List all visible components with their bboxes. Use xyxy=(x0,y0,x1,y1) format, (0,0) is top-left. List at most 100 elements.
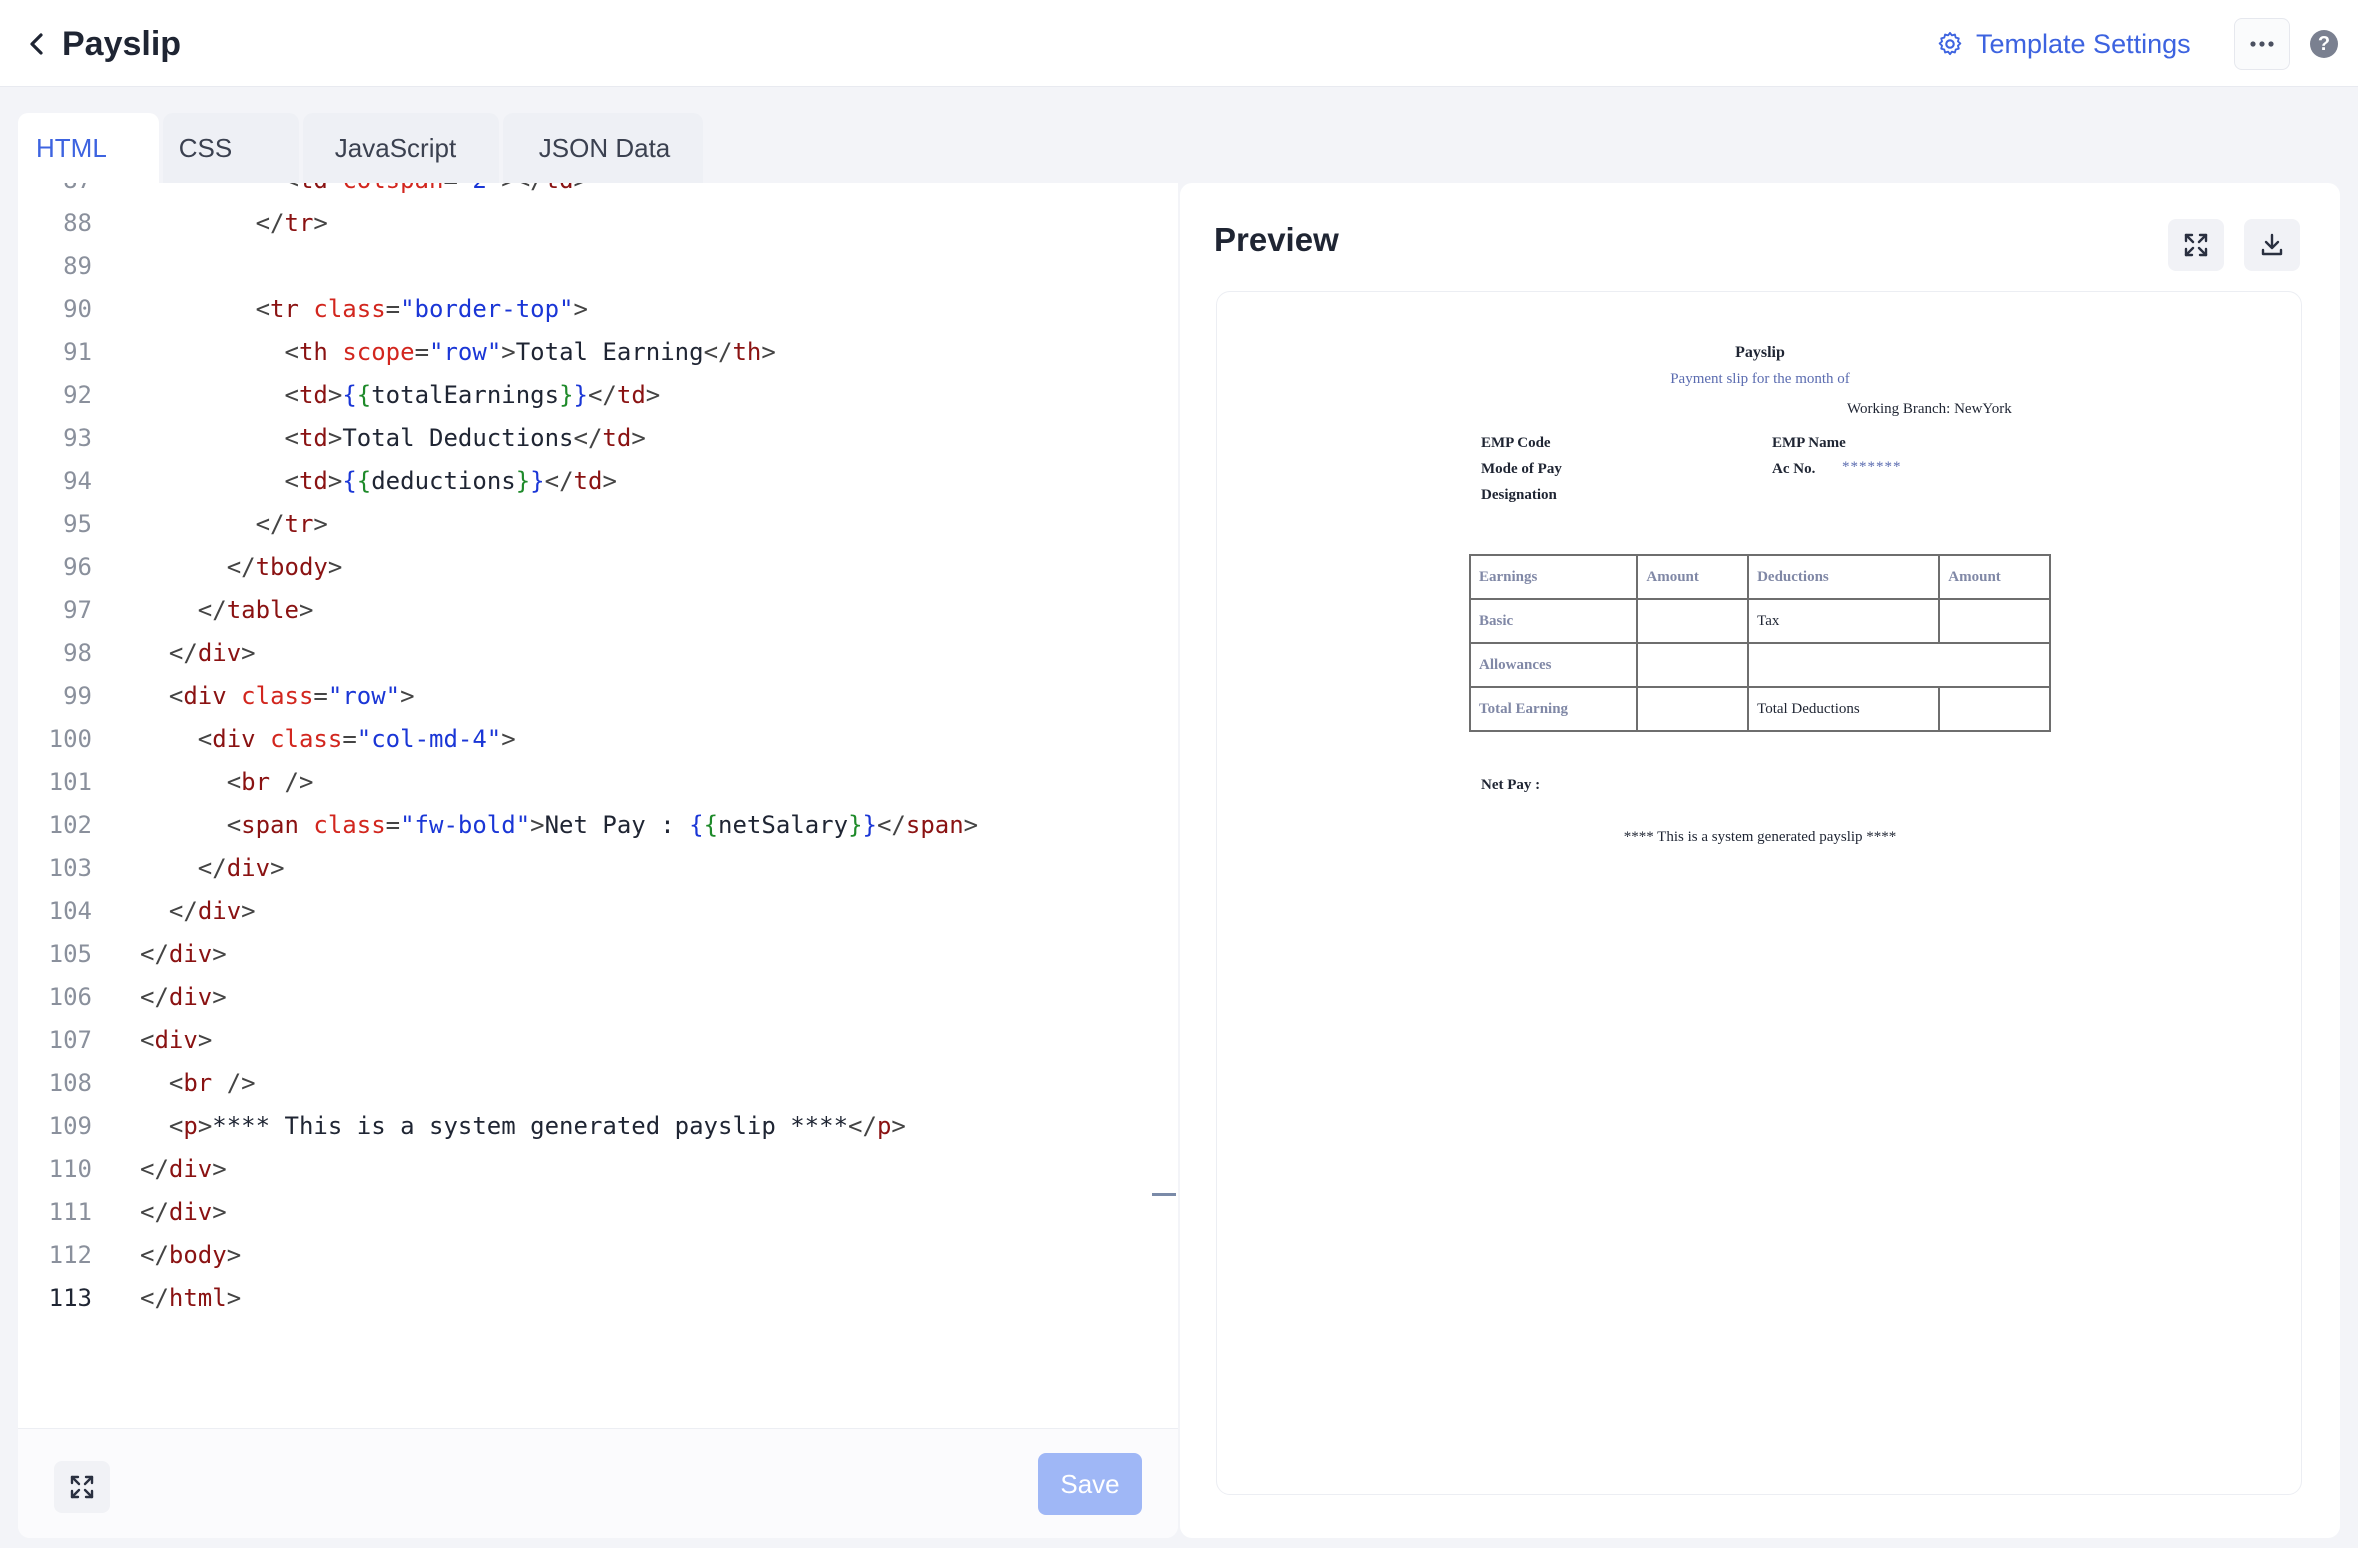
code-line: 105 </div> xyxy=(18,933,1178,976)
code-line: 95 </tr> xyxy=(18,503,1178,546)
code-text: <span class="fw-bold">Net Pay : {{netSal… xyxy=(226,811,979,839)
editor-footer: Save xyxy=(18,1428,1178,1538)
code-line: 101 <br /> xyxy=(18,761,1178,804)
help-icon[interactable]: ? xyxy=(2310,30,2338,58)
table-cell: Total Deductions xyxy=(1747,686,1941,732)
code-line: 99 <div class="row"> xyxy=(18,675,1178,718)
tab-css[interactable]: CSS xyxy=(162,113,299,183)
code-text: </div> xyxy=(168,897,256,925)
line-number: 104 xyxy=(48,897,92,925)
code-line: 93 <td>Total Deductions</td> xyxy=(18,417,1178,460)
line-number: 111 xyxy=(48,1198,92,1226)
download-button[interactable] xyxy=(2244,219,2300,271)
code-editor-panel: 87 <td colspan="2"></td> 88 </tr> 89 90 … xyxy=(18,183,1178,1538)
line-number: 98 xyxy=(63,639,92,667)
table-cell xyxy=(1636,686,1750,732)
chevron-left-icon[interactable] xyxy=(24,30,50,58)
line-number: 102 xyxy=(48,811,92,839)
code-line: 109 <p>**** This is a system generated p… xyxy=(18,1105,1178,1148)
line-number: 113 xyxy=(48,1284,92,1312)
payslip-document: Payslip Payment slip for the month of Wo… xyxy=(1217,292,2303,1496)
designation-label: Designation xyxy=(1481,487,1557,503)
code-line: 113 </html> xyxy=(18,1277,1178,1320)
code-text: </tbody> xyxy=(226,553,343,581)
code-line: 100 <div class="col-md-4"> xyxy=(18,718,1178,761)
line-number: 105 xyxy=(48,940,92,968)
download-icon xyxy=(2261,233,2283,256)
line-number: 101 xyxy=(48,768,92,796)
code-line: 110 </div> xyxy=(18,1148,1178,1191)
preview-title: Preview xyxy=(1214,221,1339,258)
table-cell xyxy=(1636,598,1750,644)
more-options-button[interactable] xyxy=(2234,18,2290,70)
scroll-marker[interactable] xyxy=(1152,1193,1176,1196)
table-header: Amount xyxy=(1636,554,1750,600)
template-settings-button[interactable]: Template Settings xyxy=(1936,22,2191,66)
code-text: </div> xyxy=(140,940,227,968)
code-line: 98 </div> xyxy=(18,632,1178,675)
line-number: 103 xyxy=(48,854,92,882)
code-editor[interactable]: 87 <td colspan="2"></td> 88 </tr> 89 90 … xyxy=(18,183,1178,1428)
preview-expand-button[interactable] xyxy=(2168,219,2224,271)
payslip-subtitle: Payment slip for the month of xyxy=(1670,371,1850,387)
code-text: <td colspan="2"></td> xyxy=(140,183,589,202)
code-text: </body> xyxy=(140,1241,242,1269)
preview-panel: Preview Payslip Payment slip for the mon… xyxy=(1180,183,2340,1538)
code-line: 94 <td>{{deductions}}</td> xyxy=(18,460,1178,503)
table-cell xyxy=(1747,642,2051,688)
code-text: <td>{{deductions}}</td> xyxy=(284,467,617,495)
line-number: 109 xyxy=(48,1112,92,1140)
code-line: 111 </div> xyxy=(18,1191,1178,1234)
code-line: 92 <td>{{totalEarnings}}</td> xyxy=(18,374,1178,417)
line-number: 99 xyxy=(63,682,92,710)
line-number: 110 xyxy=(48,1155,92,1183)
table-cell: Tax xyxy=(1747,598,1941,644)
net-pay-label: Net Pay : xyxy=(1481,777,1541,793)
code-text: <td>Total Deductions</td> xyxy=(284,424,646,452)
code-text: </div> xyxy=(140,1155,227,1183)
code-line: 91 <th scope="row">Total Earning</th> xyxy=(18,331,1178,374)
emp-name-label: EMP Name xyxy=(1772,435,1846,451)
page-title: Payslip xyxy=(62,25,182,63)
expand-icon xyxy=(2184,233,2208,257)
line-number: 112 xyxy=(48,1241,92,1269)
code-text: <div> xyxy=(140,1026,213,1054)
table-cell xyxy=(1938,686,2051,732)
table-header-row: Earnings Amount Deductions Amount xyxy=(1468,554,2051,600)
code-line: 88 </tr> xyxy=(18,202,1178,245)
table-header: Amount xyxy=(1938,554,2051,600)
table-row: Allowances xyxy=(1468,642,2051,688)
table-cell: Basic xyxy=(1468,598,1639,644)
line-number: 95 xyxy=(63,510,92,538)
code-text: </div> xyxy=(197,854,285,882)
template-settings-label: Template Settings xyxy=(1976,28,2191,59)
code-text: <div class="col-md-4"> xyxy=(197,725,516,753)
line-number: 100 xyxy=(48,725,92,753)
table-cell: Total Earning xyxy=(1468,686,1639,732)
line-number: 88 xyxy=(63,209,92,237)
line-number: 89 xyxy=(63,252,92,280)
system-generated-note: **** This is a system generated payslip … xyxy=(1623,829,1897,845)
save-button[interactable]: Save xyxy=(1038,1453,1142,1515)
code-line: 106 </div> xyxy=(18,976,1178,1019)
line-number: 92 xyxy=(63,381,92,409)
working-branch: Working Branch: NewYork xyxy=(1847,401,2012,417)
code-line: 102 <span class="fw-bold">Net Pay : {{ne… xyxy=(18,804,1178,847)
editor-expand-button[interactable] xyxy=(54,1461,110,1513)
payslip-table: Earnings Amount Deductions Amount Basic … xyxy=(1468,554,2051,732)
table-header: Earnings xyxy=(1468,554,1639,600)
code-text: </div> xyxy=(140,1198,227,1226)
table-cell: Allowances xyxy=(1468,642,1639,688)
code-text: <br /> xyxy=(226,768,314,796)
code-text: <br /> xyxy=(168,1069,256,1097)
payslip-title: Payslip xyxy=(1735,344,1785,361)
table-cell xyxy=(1636,642,1750,688)
table-row: Total Earning Total Deductions xyxy=(1468,686,2051,732)
line-number: 93 xyxy=(63,424,92,452)
tab-html[interactable]: HTML xyxy=(18,113,159,183)
table-header: Deductions xyxy=(1747,554,1941,600)
tab-json-data[interactable]: JSON Data xyxy=(502,113,703,183)
code-line: 108 <br /> xyxy=(18,1062,1178,1105)
tab-javascript[interactable]: JavaScript xyxy=(302,113,499,183)
code-line: 90 <tr class="border-top"> xyxy=(18,288,1178,331)
